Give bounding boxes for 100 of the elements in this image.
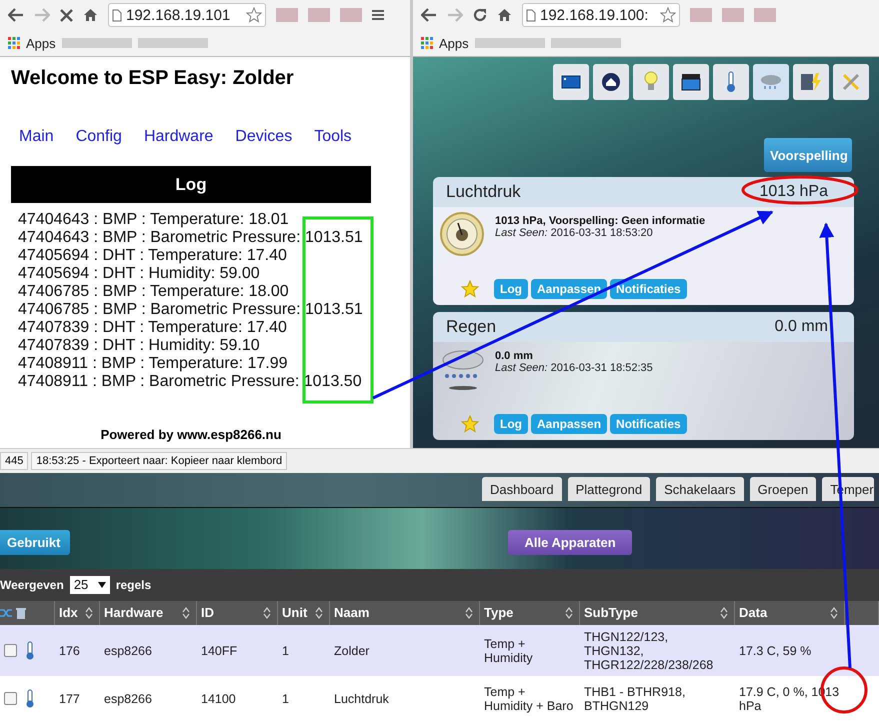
row-checkbox[interactable] [4, 692, 17, 706]
show-label: Weergeven [0, 578, 64, 592]
sort-icon[interactable] [720, 606, 728, 619]
blurred-extension-icon [690, 8, 712, 22]
table-row[interactable]: 176 esp8266 140FF 1 Zolder Temp + Humidity THGN122/123, THGN132, THGR122/228/238/268 17.3 C, 59 % [0, 625, 879, 676]
log-line: 47404643 : BMP : Barometric Pressure: 1013.51 [18, 229, 364, 247]
star-outline-icon[interactable] [660, 7, 676, 23]
reload-icon[interactable] [473, 8, 487, 22]
log-line: 47408911 : BMP : Barometric Pressure: 1013.50 [18, 373, 363, 391]
table-cell: 1 [282, 692, 289, 706]
sort-icon[interactable] [565, 606, 573, 619]
page-icon [526, 8, 536, 22]
table-cell-text: Temp + Humidity [484, 636, 534, 665]
card-title: Luchtdruk [446, 182, 521, 202]
sort-icon[interactable] [830, 606, 838, 619]
table-cell: 140FF [201, 644, 238, 658]
status-pane: 18:53:25 - Exporteert naar: Kopieer naar klembord [31, 452, 288, 470]
table-cell: esp8266 [104, 644, 152, 658]
table-cell: 17.3 C, 59 % [739, 644, 812, 658]
back-icon[interactable] [421, 8, 437, 22]
toolbar-tab[interactable] [553, 64, 589, 100]
nav-tab[interactable]: Plattegrond [568, 477, 650, 501]
toolbar-tab[interactable] [793, 64, 829, 100]
blurred-extension-icon [276, 8, 298, 22]
card-value: 1013 hPa [759, 183, 828, 201]
blurred-bookmark [550, 38, 621, 48]
nav-link[interactable]: Hardware [144, 128, 214, 146]
nav-tab[interactable]: Schakelaars [656, 477, 744, 501]
status-pane: 445 [0, 452, 28, 470]
table-cell: 14100 [201, 692, 236, 706]
log-line: 47408911 : BMP : Temperature: 17.99 [18, 355, 289, 373]
card-title: Regen [446, 317, 496, 337]
sort-icon[interactable] [465, 606, 473, 619]
blurred-bookmark [62, 38, 132, 48]
home-icon[interactable] [497, 8, 512, 22]
back-icon[interactable] [8, 8, 24, 22]
blurred-extension-icon [308, 8, 330, 22]
star-icon[interactable] [461, 280, 479, 298]
sort-icon[interactable] [263, 606, 271, 619]
close-icon[interactable] [60, 8, 73, 22]
home-icon[interactable] [83, 8, 98, 22]
card-value: 0.0 mm [774, 318, 828, 336]
blurred-extension-icon [340, 8, 362, 22]
page-icon [112, 8, 122, 22]
log-line: 47405694 : DHT : Temperature: 17.40 [18, 247, 288, 265]
table-cell: Zolder [334, 644, 370, 658]
table-cell: Luchtdruk [334, 692, 389, 706]
table-cell: 176 [59, 644, 80, 658]
table-cell: 1 [282, 644, 289, 658]
page-size-dropdown[interactable]: 25 [70, 576, 110, 594]
nav-tab[interactable]: Dashboard [482, 477, 562, 501]
nav-link[interactable]: Main [19, 128, 54, 146]
bookmark-label[interactable]: Apps [26, 36, 56, 50]
bookmark-label[interactable]: Apps [439, 36, 469, 50]
screen-icon [561, 75, 581, 89]
log-line: 47407839 : DHT : Temperature: 17.40 [18, 319, 288, 337]
blurred-extension-icon [722, 8, 744, 22]
blurred-extension-icon [754, 8, 776, 22]
shuffle-icon[interactable] [0, 606, 12, 619]
log-header: Log [11, 166, 371, 203]
toolbar-tab[interactable] [673, 64, 709, 100]
apps-grid-icon[interactable] [8, 37, 20, 49]
trash-icon[interactable] [16, 606, 26, 619]
nav-link[interactable]: Devices [235, 128, 292, 146]
row-checkbox[interactable] [4, 644, 17, 658]
address-bar[interactable]: 192.168.19.100: [522, 3, 680, 27]
device-status: 0.0 mm [495, 349, 534, 362]
last-seen-text: Last Seen: 2016-03-31 18:52:35 [495, 362, 654, 376]
table-cell: 177 [59, 692, 80, 706]
table-cell: esp8266 [104, 692, 152, 706]
dropdown-caret-icon [98, 582, 106, 588]
nav-tab[interactable]: Groepen [750, 477, 816, 501]
nav-link[interactable]: Tools [314, 128, 352, 146]
server-lightning-icon [800, 72, 822, 92]
nav-link[interactable]: Config [76, 128, 122, 146]
last-seen-text: Last Seen: 2016-03-31 18:53:20 [495, 227, 654, 241]
table-cell-text: Temp + Humidity + Baro [484, 684, 574, 713]
barometer-icon [439, 211, 485, 257]
page-title: Welcome to ESP Easy: Zolder [11, 67, 295, 90]
device-status: 1013 hPa, Voorspelling: Geen informatie [495, 214, 706, 227]
menu-icon[interactable] [372, 9, 384, 21]
all-devices-button[interactable]: Alle Apparaten [508, 530, 632, 555]
thermometer-icon [26, 640, 34, 661]
sort-icon[interactable] [182, 606, 190, 619]
blurred-bookmark [138, 38, 208, 48]
star-outline-icon[interactable] [246, 7, 262, 23]
table-cell-text: THGN122/123, THGN132, THGR122/228/238/268 [584, 630, 714, 672]
clapperboard-icon [681, 73, 701, 91]
thermometer-icon [26, 688, 34, 709]
table-cell-text: THB1 - BTHR918, BTHGN129 [584, 684, 686, 713]
bulb-icon [644, 71, 658, 93]
house-icon [601, 72, 621, 92]
address-bar[interactable]: 192.168.19.101 [108, 3, 266, 27]
sort-icon[interactable] [85, 606, 93, 619]
rows-label: regels [116, 578, 152, 592]
sort-icon[interactable] [315, 606, 323, 619]
tools-icon [841, 72, 861, 92]
toolbar-tab[interactable] [593, 64, 629, 100]
apps-grid-icon[interactable] [421, 37, 433, 49]
star-icon[interactable] [461, 415, 479, 433]
